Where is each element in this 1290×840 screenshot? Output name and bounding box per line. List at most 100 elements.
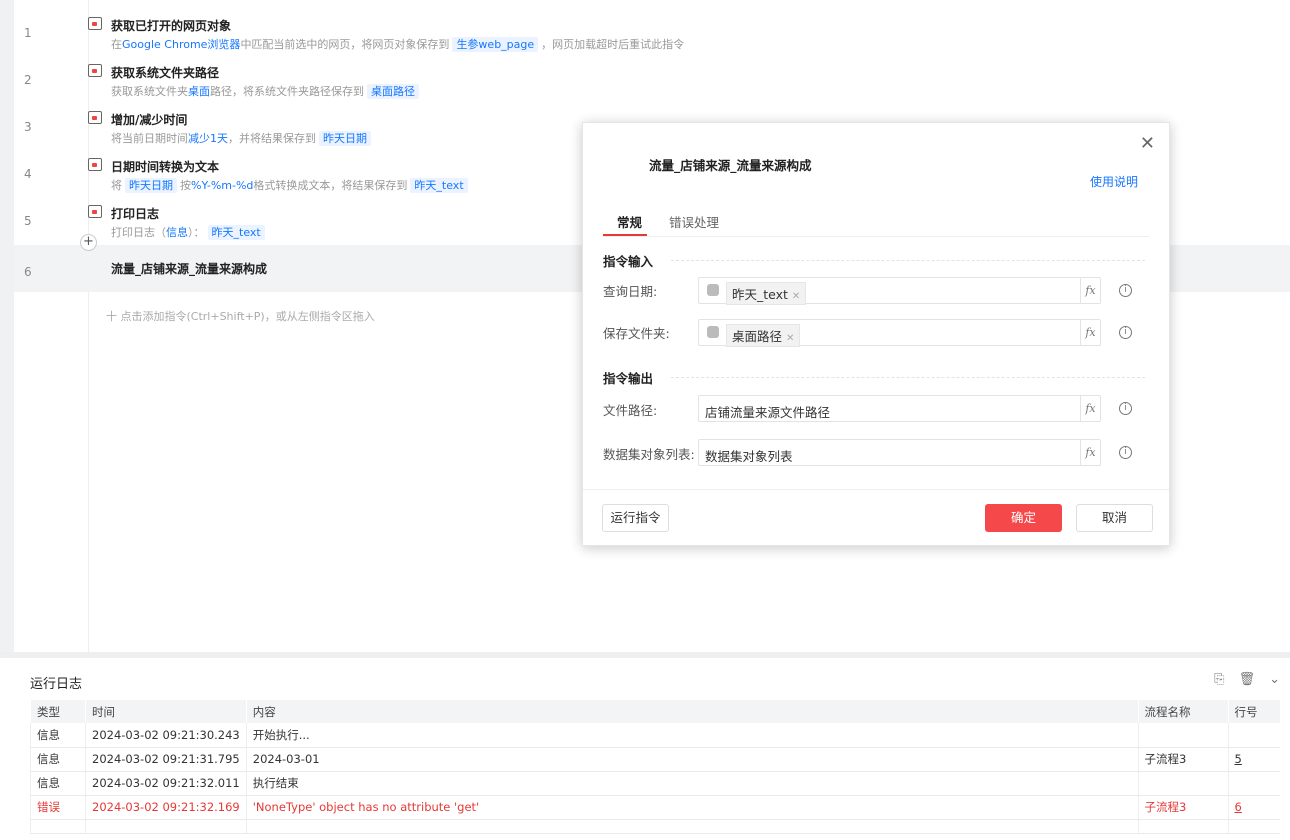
desc-text: 路径，将系统文件夹路径保存到	[210, 85, 364, 98]
info-icon[interactable]: i	[1119, 402, 1132, 415]
line-number: 4	[24, 167, 32, 181]
log-row[interactable]: 信息 2024-03-02 09:21:31.795 2024-03-01 子流…	[30, 747, 1280, 772]
dataset-list-input[interactable]: 数据集对象列表 fx	[698, 439, 1101, 466]
fx-icon[interactable]: fx	[1080, 320, 1100, 345]
step-description: 打印日志（信息）： 昨天_text	[111, 224, 268, 240]
tab-general[interactable]: 常规	[617, 212, 642, 231]
log-time: 2024-03-02 09:21:30.243	[85, 723, 247, 748]
line-number: 1	[24, 26, 32, 40]
output-section-title: 指令输出	[603, 371, 654, 386]
step-description: 将当前日期时间减少1天，并将结果保存到 昨天日期	[111, 130, 374, 146]
folder-icon	[88, 64, 102, 77]
info-icon[interactable]: i	[1119, 446, 1132, 459]
log-content: 执行结束	[245, 771, 1138, 796]
instruction-dialog: 流量_店铺来源_流量来源构成 ✕ 使用说明 常规 错误处理 指令输入 查询日期:…	[582, 122, 1170, 546]
col-time: 时间	[85, 700, 247, 723]
fx-icon[interactable]: fx	[1080, 396, 1100, 421]
step-row[interactable]: 1 获取已打开的网页对象 在Google Chrome浏览器中匹配当前选中的网页，将…	[14, 6, 1290, 53]
calendar-text-icon	[88, 158, 102, 171]
help-link[interactable]: 使用说明	[1090, 173, 1138, 190]
step-title: 打印日志	[111, 207, 160, 221]
save-folder-label: 保存文件夹:	[603, 326, 670, 341]
log-time: 2024-03-02 09:21:32.169	[85, 795, 247, 820]
col-content: 内容	[245, 700, 1138, 723]
log-type: 信息	[30, 747, 86, 772]
desc-text: 打印日志（	[111, 226, 166, 239]
log-line-link[interactable]: 5	[1235, 752, 1242, 766]
desc-variable: 昨天_text	[207, 225, 265, 240]
query-date-input[interactable]: 昨天_text ✕ fx	[698, 277, 1101, 305]
desc-variable: 昨天日期	[125, 178, 177, 193]
section-divider	[671, 260, 1145, 261]
line-number: 6	[24, 265, 32, 279]
desc-text: 按	[180, 179, 191, 192]
fx-icon[interactable]: fx	[1080, 440, 1100, 465]
log-row[interactable]: 信息 2024-03-02 09:21:30.243 开始执行...	[30, 723, 1280, 748]
fx-icon[interactable]: fx	[1080, 278, 1100, 303]
variable-tag-label: 昨天_text	[732, 287, 788, 302]
info-icon[interactable]: i	[1119, 326, 1132, 339]
desc-variable: 生参web_page	[452, 37, 539, 52]
log-row[interactable]: 信息 2024-03-02 09:21:32.011 执行结束	[30, 771, 1280, 796]
log-row[interactable]: 错误 2024-03-02 09:21:32.169 'NoneType' ob…	[30, 795, 1280, 820]
log-time: 2024-03-02 09:21:32.011	[85, 771, 247, 796]
log-flow: 子流程3	[1137, 795, 1228, 820]
variable-tag: 昨天_text ✕	[726, 282, 807, 305]
info-icon[interactable]: i	[1119, 284, 1132, 297]
dataset-list-value: 数据集对象列表	[705, 449, 793, 464]
line-number: 3	[24, 120, 32, 134]
step-title: 增加/减少时间	[111, 113, 188, 127]
file-path-value: 店铺流量来源文件路径	[705, 405, 831, 420]
python-icon	[707, 284, 719, 296]
calendar-icon	[88, 111, 102, 124]
step-title: 日期时间转换为文本	[111, 160, 220, 174]
step-description: 将昨天日期 按%Y-%m-%d格式转换成文本，将结果保存到 昨天_text	[111, 177, 471, 193]
desc-text: 获取系统文件夹	[111, 85, 188, 98]
col-line: 行号	[1227, 700, 1280, 723]
confirm-button[interactable]: 确定	[985, 504, 1062, 532]
desc-param: 信息	[166, 226, 188, 239]
desc-text: 中匹配当前选中的网页，将网页对象保存到	[240, 38, 450, 51]
save-folder-input[interactable]: 桌面路径 ✕ fx	[698, 319, 1101, 347]
step-title: 获取已打开的网页对象	[111, 19, 232, 33]
dataset-list-label: 数据集对象列表:	[603, 447, 695, 462]
close-icon[interactable]: ✕	[1140, 133, 1155, 154]
log-content: 'NoneType' object has no attribute 'get'	[245, 795, 1138, 820]
dialog-footer-divider	[583, 489, 1169, 490]
desc-param: Google Chrome浏览器	[122, 38, 241, 51]
active-tab-indicator	[603, 234, 647, 236]
step-row[interactable]: 2 获取系统文件夹路径 获取系统文件夹桌面路径，将系统文件夹路径保存到 桌面路径	[14, 53, 1290, 100]
col-flow: 流程名称	[1137, 700, 1228, 723]
line-number: 5	[24, 214, 32, 228]
log-line-cell: 6	[1227, 795, 1280, 820]
variable-tag-label: 桌面路径	[732, 329, 783, 344]
desc-variable: 桌面路径	[367, 84, 419, 99]
print-log-icon	[88, 205, 102, 218]
trash-icon[interactable]: 🗑	[1239, 672, 1256, 687]
browser-icon	[88, 17, 102, 30]
add-instruction-hint[interactable]: 十 点击添加指令(Ctrl+Shift+P)，或从左侧指令区拖入	[106, 308, 375, 324]
chevron-down-icon[interactable]: ⌄	[1269, 672, 1280, 687]
step-title: 流量_店铺来源_流量来源构成	[111, 262, 268, 276]
log-time: 2024-03-02 09:21:31.795	[85, 747, 247, 772]
desc-text: 格式转换成文本，将结果保存到	[253, 179, 408, 192]
file-path-input[interactable]: 店铺流量来源文件路径 fx	[698, 395, 1101, 422]
tab-error-handling[interactable]: 错误处理	[669, 212, 719, 231]
remove-tag-icon[interactable]: ✕	[786, 333, 794, 344]
remove-tag-icon[interactable]: ✕	[792, 291, 800, 302]
panel-separator[interactable]	[0, 652, 1290, 658]
step-description: 获取系统文件夹桌面路径，将系统文件夹路径保存到 桌面路径	[111, 83, 422, 99]
log-flow	[1137, 771, 1228, 796]
run-instruction-button[interactable]: 运行指令	[602, 504, 669, 532]
log-line-cell	[1227, 771, 1280, 796]
desc-text: ）：	[188, 226, 205, 239]
cancel-button[interactable]: 取消	[1076, 504, 1153, 532]
log-line-link[interactable]: 6	[1235, 800, 1242, 814]
log-content: 开始执行...	[245, 723, 1138, 748]
desc-text: ，并将结果保存到	[228, 132, 316, 145]
log-flow: 子流程3	[1137, 747, 1228, 772]
export-icon[interactable]: ⎘	[1214, 672, 1224, 687]
col-type: 类型	[30, 700, 86, 723]
insert-step-button[interactable]: +	[80, 234, 97, 251]
log-type: 信息	[30, 771, 86, 796]
